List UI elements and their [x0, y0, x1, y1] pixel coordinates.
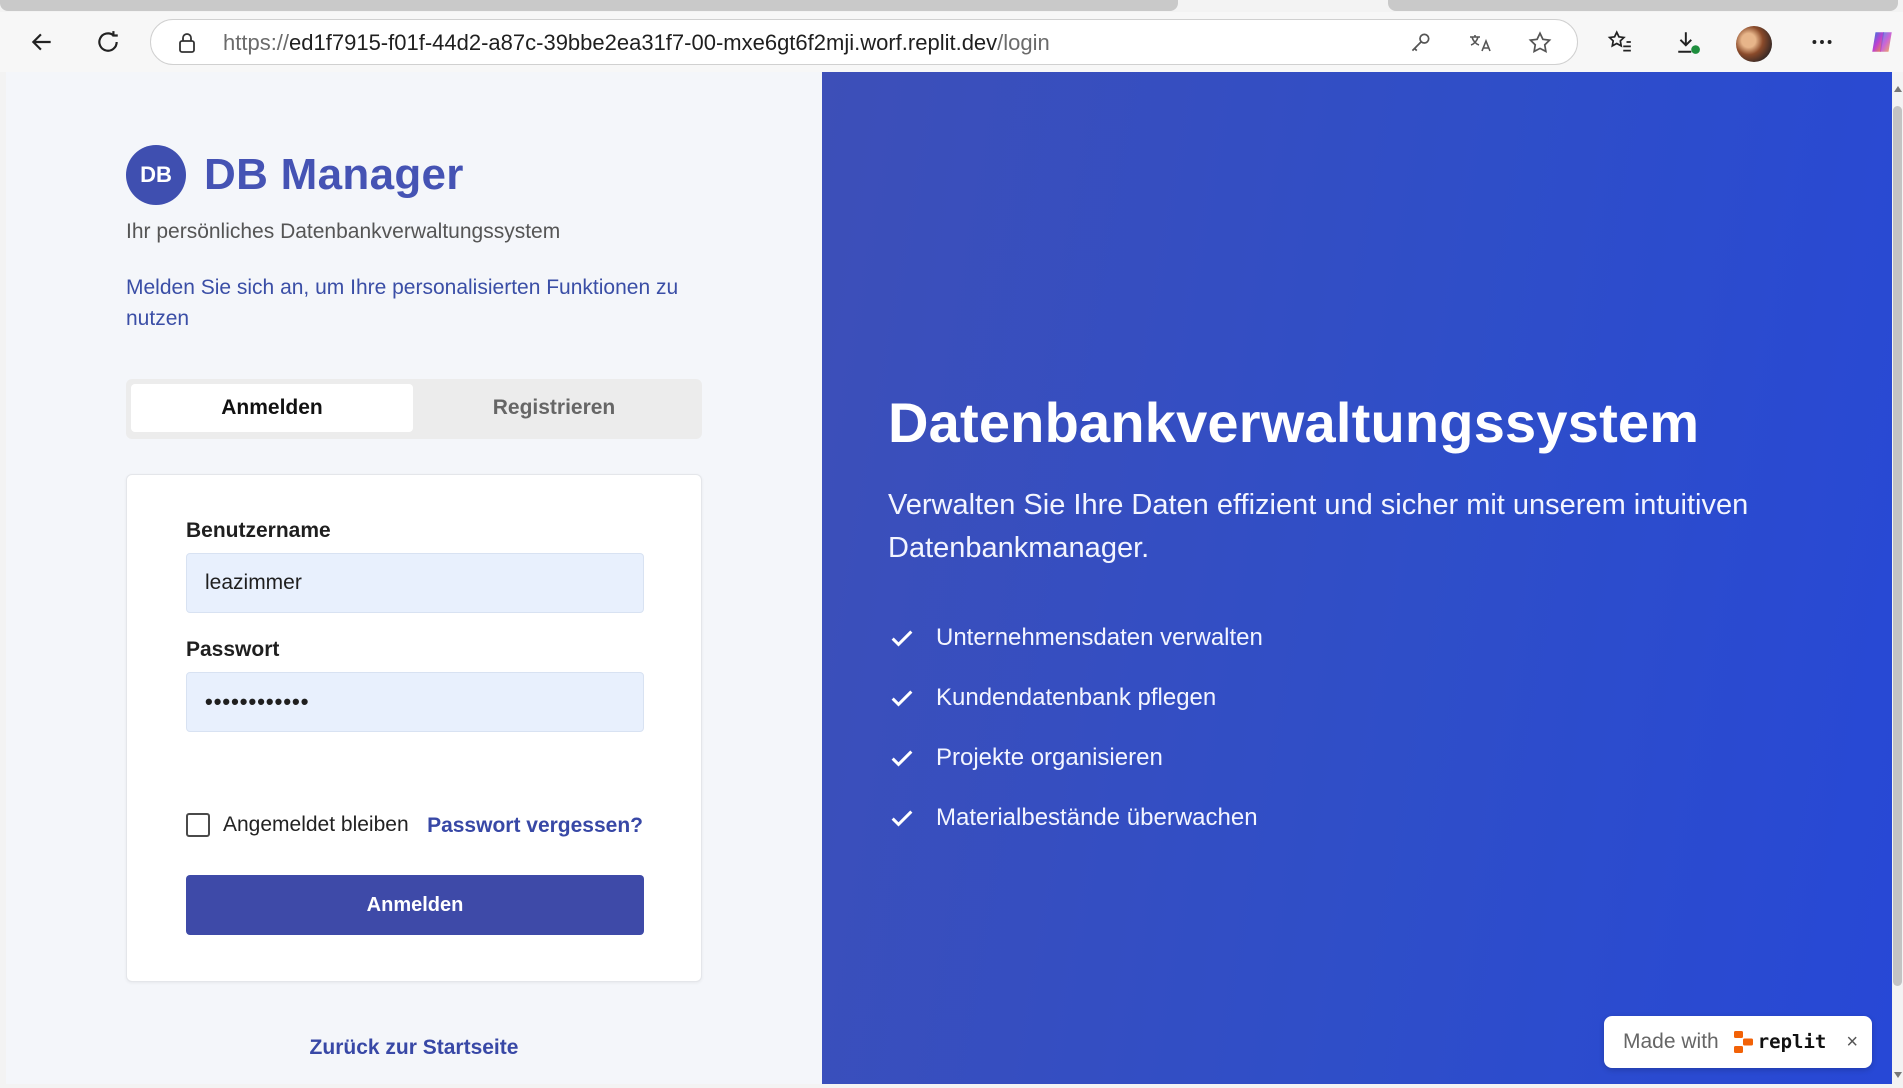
intro-text: Melden Sie sich an, um Ihre personalisie…: [126, 276, 679, 330]
remember-label[interactable]: Angemeldet bleiben: [223, 813, 409, 837]
download-icon[interactable]: [1666, 20, 1710, 64]
lock-icon[interactable]: [175, 31, 199, 55]
refresh-icon[interactable]: [86, 20, 130, 64]
check-icon: [891, 630, 913, 647]
browser-tab[interactable]: [0, 0, 1178, 11]
login-submit-button[interactable]: Anmelden: [186, 875, 644, 935]
brand-logo: DB: [126, 145, 186, 205]
username-input[interactable]: leazimmer: [186, 553, 644, 613]
feature-item: Unternehmensdaten verwalten: [888, 608, 1263, 668]
close-icon[interactable]: ×: [1846, 1031, 1858, 1054]
key-icon[interactable]: [1407, 30, 1433, 56]
feature-list: Unternehmensdaten verwalten Kundendatenb…: [888, 608, 1263, 848]
page: DB DB Manager Ihr persönliches Datenbank…: [6, 72, 1892, 1084]
brand: DB DB Manager: [126, 145, 464, 205]
tab-login[interactable]: Anmelden: [131, 384, 413, 432]
remember-checkbox[interactable]: [186, 813, 210, 837]
auth-tabs: Anmelden Registrieren: [126, 379, 702, 439]
star-icon[interactable]: [1527, 30, 1553, 56]
check-icon: [891, 690, 913, 707]
password-label: Passwort: [186, 638, 280, 661]
scroll-thumb[interactable]: [1893, 106, 1902, 986]
remember-me[interactable]: Angemeldet bleiben: [186, 813, 409, 837]
address-bar[interactable]: https://ed1f7915-f01f-44d2-a87c-39bbe2ea…: [150, 19, 1578, 65]
forgot-password-link[interactable]: Passwort vergessen?: [427, 814, 643, 838]
login-panel: DB DB Manager Ihr persönliches Datenbank…: [6, 72, 822, 1084]
scroll-up-icon[interactable]: [1894, 86, 1902, 92]
tab-strip: [0, 0, 1903, 12]
favorites-icon[interactable]: [1598, 20, 1642, 64]
back-to-home-link[interactable]: Zurück zur Startseite: [126, 1036, 702, 1060]
browser-tab[interactable]: [1388, 0, 1898, 11]
feature-item: Kundendatenbank pflegen: [888, 668, 1263, 728]
password-input[interactable]: ••••••••••••: [186, 672, 644, 732]
replit-wordmark: replit: [1757, 1031, 1827, 1053]
hero-text: Verwalten Sie Ihre Daten effizient und s…: [888, 489, 1749, 564]
feature-text: Materialbestände überwachen: [936, 804, 1258, 831]
feature-text: Kundendatenbank pflegen: [936, 684, 1217, 711]
profile-avatar[interactable]: [1736, 26, 1772, 62]
check-icon: [891, 750, 913, 767]
hero-panel: Datenbankverwaltungssystem Verwalten Sie…: [822, 72, 1892, 1084]
tab-register[interactable]: Registrieren: [413, 384, 695, 432]
page-scrollbar[interactable]: [1892, 72, 1903, 1088]
hero-title: Datenbankverwaltungssystem: [888, 391, 1700, 454]
made-with-replit-badge[interactable]: Made with replit ×: [1604, 1016, 1872, 1068]
url-text[interactable]: https://ed1f7915-f01f-44d2-a87c-39bbe2ea…: [223, 31, 1050, 55]
made-with-text: Made with: [1623, 1030, 1719, 1053]
translate-icon[interactable]: [1467, 30, 1493, 56]
feature-item: Materialbestände überwachen: [888, 788, 1263, 848]
check-icon: [891, 810, 913, 827]
feature-item: Projekte organisieren: [888, 728, 1263, 788]
login-form-card: Benutzername leazimmer Passwort ••••••••…: [126, 474, 702, 982]
feature-text: Projekte organisieren: [936, 744, 1163, 771]
browser-toolbar: https://ed1f7915-f01f-44d2-a87c-39bbe2ea…: [0, 12, 1903, 72]
scroll-down-icon[interactable]: [1894, 1072, 1902, 1078]
replit-logo-icon: [1733, 1031, 1753, 1053]
brand-name: DB Manager: [204, 150, 464, 199]
more-icon[interactable]: [1800, 20, 1844, 64]
back-arrow-icon[interactable]: [20, 20, 64, 64]
feature-text: Unternehmensdaten verwalten: [936, 624, 1263, 651]
brand-subtitle: Ihr persönliches Datenbankverwaltungssys…: [126, 220, 561, 243]
copilot-icon[interactable]: [1862, 20, 1902, 64]
username-label: Benutzername: [186, 519, 331, 542]
